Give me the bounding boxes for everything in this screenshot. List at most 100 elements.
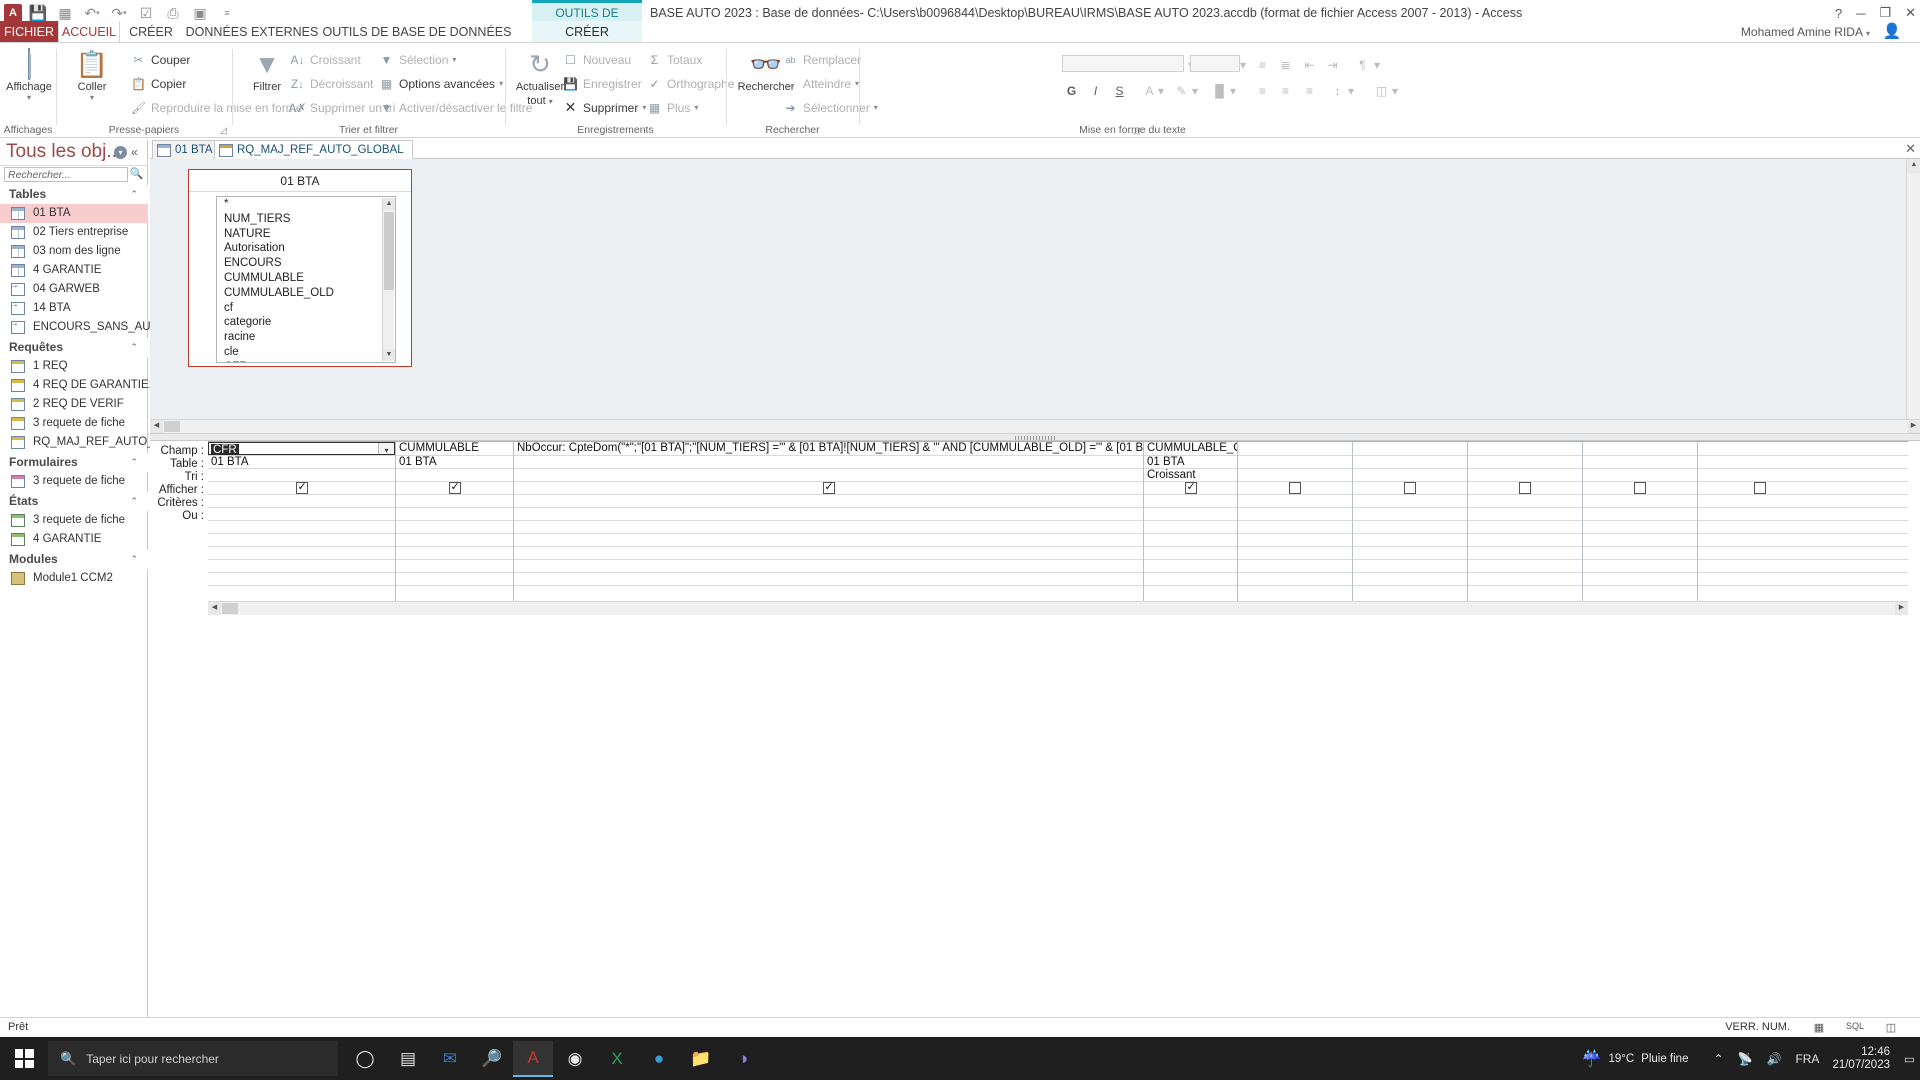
field-cf[interactable]: cf xyxy=(217,301,395,316)
view-button[interactable]: Affichage ▾ xyxy=(0,48,60,102)
grid-cell-tri[interactable] xyxy=(208,469,395,482)
nav-item-02-tiers-entreprise[interactable]: 02 Tiers entreprise xyxy=(0,223,148,242)
query-grid-column-3[interactable]: NbOccur: CpteDom("*";"[01 BTA]";"[NUM_TI… xyxy=(514,442,1144,602)
taskbar-clock[interactable]: 12:46 21/07/2023 xyxy=(1832,1046,1890,1072)
chevron-down-icon[interactable]: ▾ xyxy=(549,97,553,106)
grid-cell-empty[interactable] xyxy=(1353,521,1467,534)
query-table-card-01-bta[interactable]: 01 BTA * NUM_TIERS NATURE Autorisation E… xyxy=(188,169,412,367)
grid-cell-empty[interactable] xyxy=(1583,521,1697,534)
language-indicator[interactable]: FRA xyxy=(1795,1052,1819,1066)
grid-cell-criteres[interactable] xyxy=(1238,495,1352,508)
selection-button[interactable]: ▼ Sélection ▾ xyxy=(378,50,457,69)
chevron-down-icon[interactable]: ▾ xyxy=(90,93,94,102)
nav-item-01-bta-table[interactable]: 01 BTA xyxy=(0,204,148,223)
italic-button[interactable]: I xyxy=(1086,81,1105,100)
show-hidden-icons[interactable]: ⌃ xyxy=(1713,1052,1723,1066)
query-grid-horizontal-scrollbar[interactable]: ◀ ▶ xyxy=(208,601,1908,615)
grid-cell-empty[interactable] xyxy=(1144,521,1237,534)
grid-cell-empty[interactable] xyxy=(1238,573,1352,586)
grid-cell-afficher[interactable] xyxy=(208,482,395,495)
field-categorie[interactable]: categorie xyxy=(217,315,395,330)
grid-cell-empty[interactable] xyxy=(1353,547,1467,560)
grid-cell-table[interactable] xyxy=(1583,456,1697,469)
grid-cell-champ[interactable] xyxy=(1583,442,1697,456)
grid-cell-tri[interactable] xyxy=(1583,469,1697,482)
grid-cell-afficher[interactable] xyxy=(1583,482,1697,495)
sql-view-icon[interactable]: SQL xyxy=(1846,1021,1864,1035)
grid-cell-empty[interactable] xyxy=(1144,534,1237,547)
totals-button[interactable]: Σ Totaux xyxy=(646,50,703,69)
query-grid-column-7[interactable] xyxy=(1468,442,1583,602)
show-checkbox[interactable] xyxy=(822,482,835,494)
grid-cell-empty[interactable] xyxy=(1468,573,1582,586)
font-family-input[interactable] xyxy=(1062,55,1184,72)
grid-cell-table[interactable] xyxy=(1353,456,1467,469)
grid-cell-empty[interactable] xyxy=(208,573,395,586)
scroll-down-icon[interactable]: ▼ xyxy=(383,349,395,361)
grid-cell-empty[interactable] xyxy=(396,521,513,534)
splitter-grip-icon[interactable] xyxy=(1015,436,1055,440)
field-combobox[interactable]: CFR ▾ xyxy=(208,442,395,455)
chevron-up-icon[interactable]: ⌃ xyxy=(130,453,138,472)
chevron-down-icon[interactable]: ▾ xyxy=(378,443,394,455)
grid-cell-table[interactable] xyxy=(1468,456,1582,469)
grid-cell-table[interactable]: 01 BTA xyxy=(396,456,513,469)
grid-cell-tri[interactable] xyxy=(1353,469,1467,482)
ribbon-tab-fichier[interactable]: FICHIER xyxy=(0,21,58,43)
line-spacing-button[interactable]: ↕ xyxy=(1328,81,1347,100)
highlight-button[interactable]: ✎ xyxy=(1172,81,1191,100)
new-record-button[interactable]: ☐ Nouveau xyxy=(562,50,631,69)
grid-cell-afficher[interactable] xyxy=(1468,482,1582,495)
grid-cell-empty[interactable] xyxy=(1238,560,1352,573)
nav-group-formulaires[interactable]: Formulaires ⌃ xyxy=(0,453,148,472)
field-encours[interactable]: ENCOURS xyxy=(217,256,395,271)
grid-cell-criteres[interactable] xyxy=(396,495,513,508)
nav-group-tables[interactable]: Tables ⌃ xyxy=(0,185,148,204)
grid-cell-criteres[interactable] xyxy=(1583,495,1697,508)
scroll-left-icon[interactable]: ◀ xyxy=(208,602,221,615)
grid-cell-empty[interactable] xyxy=(1353,534,1467,547)
minimize-button[interactable]: ─ xyxy=(1856,6,1865,21)
field-num-tiers[interactable]: NUM_TIERS xyxy=(217,212,395,227)
grid-cell-empty[interactable] xyxy=(1468,547,1582,560)
grid-cell-criteres[interactable] xyxy=(1353,495,1467,508)
grid-cell-empty[interactable] xyxy=(1583,547,1697,560)
chevron-down-icon[interactable]: ▾ xyxy=(1346,81,1356,100)
help-icon[interactable]: ? xyxy=(1835,6,1842,21)
design-pane-vertical-scrollbar[interactable]: ▲ ▼ xyxy=(1906,159,1920,433)
nav-item-3-requete-de-fiche-report[interactable]: 3 requete de fiche xyxy=(0,511,148,530)
grid-cell-empty[interactable] xyxy=(1238,521,1352,534)
chevron-up-icon[interactable]: ⌃ xyxy=(130,550,138,569)
datasheet-view-icon[interactable]: ▦ xyxy=(1810,1021,1828,1035)
field-autorisation[interactable]: Autorisation xyxy=(217,241,395,256)
field-asterisk[interactable]: * xyxy=(217,197,395,212)
grid-cell-empty[interactable] xyxy=(396,586,513,602)
replace-button[interactable]: ab Remplacer xyxy=(782,50,861,69)
grid-cell-tri[interactable] xyxy=(1238,469,1352,482)
close-button[interactable]: ✕ xyxy=(1905,5,1916,21)
grid-cell-empty[interactable] xyxy=(1583,560,1697,573)
grid-cell-champ[interactable]: CUMMULABLE_OLD xyxy=(1144,442,1237,456)
chevron-down-icon[interactable]: ▾ xyxy=(1390,81,1400,100)
grid-cell-empty[interactable] xyxy=(1144,573,1237,586)
grid-cell-empty[interactable] xyxy=(1698,586,1908,602)
scrollbar-thumb[interactable] xyxy=(222,603,238,614)
sort-ascending-button[interactable]: A↓ Croissant xyxy=(289,50,360,69)
grid-cell-empty[interactable] xyxy=(396,534,513,547)
grid-cell-afficher[interactable] xyxy=(1353,482,1467,495)
grid-cell-ou[interactable] xyxy=(396,508,513,521)
align-right-button[interactable]: ≡ xyxy=(1300,81,1319,100)
grid-cell-empty[interactable] xyxy=(1698,560,1908,573)
query-grid-column-8[interactable] xyxy=(1583,442,1698,602)
grid-cell-empty[interactable] xyxy=(208,521,395,534)
excel-icon[interactable]: X xyxy=(597,1041,637,1077)
grid-cell-empty[interactable] xyxy=(1698,521,1908,534)
ribbon-tab-donnees-externes[interactable]: DONNÉES EXTERNES xyxy=(182,21,322,43)
field-cummulable-old[interactable]: CUMMULABLE_OLD xyxy=(217,286,395,301)
query-grid-column-2[interactable]: CUMMULABLE 01 BTA xyxy=(396,442,514,602)
grid-cell-empty[interactable] xyxy=(514,547,1143,560)
field-cfr[interactable]: CFR xyxy=(217,360,395,362)
field-list-scrollbar[interactable]: ▲ ▼ xyxy=(382,198,395,361)
align-center-button[interactable]: ≡ xyxy=(1276,81,1295,100)
grid-cell-empty[interactable] xyxy=(1583,586,1697,602)
